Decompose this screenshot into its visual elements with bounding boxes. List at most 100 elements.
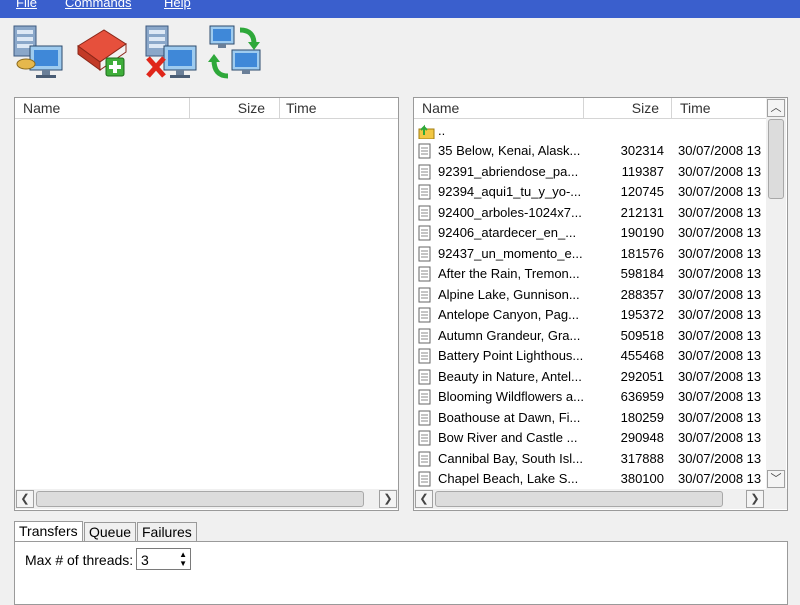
file-row[interactable]: Boathouse at Dawn, Fi... 180259 30/07/2008… (414, 408, 766, 428)
file-row[interactable]: Autumn Grandeur, Gra... 509518 30/07/2008 … (414, 326, 766, 346)
file-name: 92391_abriendose_pa... (438, 163, 579, 179)
file-size: 120745 (620, 184, 664, 199)
file-row[interactable]: Battery Point Lighthous... 455468 30/07/20… (414, 346, 766, 366)
file-time: 30/07/2008 13 (678, 245, 762, 261)
spin-arrows-icon[interactable]: ▲ ▼ (179, 550, 187, 568)
file-size: 181576 (620, 245, 664, 261)
sync-button[interactable] (206, 22, 264, 82)
tab-queue[interactable]: Queue (84, 522, 137, 542)
file-time: 30/07/2008 13 (678, 163, 762, 179)
scroll-thumb[interactable] (36, 491, 364, 507)
file-name: 92406_atardecer_en_... (438, 225, 577, 240)
list-header: Name Size Time (414, 98, 766, 119)
file-size: 195372 (620, 307, 664, 322)
scroll-thumb[interactable] (435, 491, 723, 507)
column-size[interactable]: Size (584, 98, 672, 118)
file-icon (418, 389, 431, 405)
scroll-thumb[interactable] (768, 119, 784, 199)
file-row[interactable]: After the Rain, Tremon... 598184 30/07/200… (414, 264, 766, 284)
file-icon (418, 266, 431, 282)
file-icon (418, 328, 431, 343)
scroll-right-button[interactable]: ❯ (746, 490, 764, 508)
file-time: 30/07/2008 13 (678, 307, 762, 322)
file-row[interactable]: Cannibal Bay, South Isl... 317888 30/07/20… (414, 449, 766, 469)
remote-file-list[interactable]: Name Size Time .. 35 Below, Kenai, Alask… (413, 97, 788, 511)
file-row[interactable]: 92406_atardecer_en_... 190190 30/07/2008 1… (414, 223, 766, 243)
tab-transfers[interactable]: Transfers (14, 521, 83, 543)
file-time: 30/07/2008 13 (678, 348, 762, 363)
file-size: 190190 (620, 225, 664, 240)
file-name: Blooming Wildflowers a... (438, 389, 584, 404)
file-size: 455468 (620, 348, 664, 363)
file-time: 30/07/2008 13 (678, 225, 762, 240)
file-name: Bow River and Castle ... (438, 430, 578, 445)
file-row[interactable]: 92437_un_momento_e... 181576 30/07/2008 13 (414, 244, 766, 264)
file-size: 292051 (620, 368, 664, 384)
menu-help[interactable]: Help (164, 0, 191, 10)
scroll-left-button[interactable]: ❮ (415, 490, 433, 508)
file-name: 92400_arboles-1024x7... (438, 204, 582, 220)
file-size: 288357 (620, 286, 664, 302)
column-time[interactable]: Time (280, 98, 398, 118)
file-row[interactable]: 35 Below, Kenai, Alask... 302314 30/07/200… (414, 141, 766, 161)
vertical-scrollbar[interactable]: ︿ ﹀ (766, 98, 786, 489)
transfers-panel: Max # of threads: 3 ▲ ▼ (14, 541, 788, 605)
file-icon (418, 205, 431, 220)
menu-commands[interactable]: Commands (65, 0, 131, 10)
file-icon (418, 369, 431, 384)
file-size: 212131 (620, 204, 664, 220)
horizontal-scrollbar[interactable]: ❮ ❯ (15, 489, 398, 509)
file-size: 598184 (620, 266, 664, 281)
file-icon (418, 287, 431, 302)
scroll-up-button[interactable]: ︿ (767, 99, 785, 117)
file-name: 92437_un_momento_e... (438, 245, 583, 261)
file-row[interactable]: Bow River and Castle ... 290948 30/07/2008… (414, 428, 766, 448)
file-size: 317888 (620, 450, 664, 466)
file-row[interactable]: 92391_abriendose_pa... 119387 30/07/2008 1… (414, 162, 766, 182)
list-header: Name Size Time (15, 98, 398, 119)
file-time: 30/07/2008 13 (678, 450, 762, 466)
file-row[interactable]: 92394_aqui1_tu_y_yo-... 120745 30/07/2008 … (414, 182, 766, 202)
parent-directory-row[interactable]: .. (414, 121, 766, 141)
file-icon (418, 410, 431, 425)
file-size: 509518 (620, 327, 664, 343)
max-threads-stepper[interactable]: 3 ▲ ▼ (136, 548, 191, 570)
file-time: 30/07/2008 13 (678, 204, 762, 220)
max-threads-value[interactable]: 3 (141, 552, 149, 568)
file-icon (418, 143, 431, 159)
file-time: 30/07/2008 13 (678, 368, 762, 384)
file-rows: .. 35 Below, Kenai, Alask... 302314 30/07/… (414, 119, 766, 489)
column-name[interactable]: Name (414, 98, 584, 118)
file-time: 30/07/2008 13 (678, 389, 762, 404)
local-file-list[interactable]: Name Size Time ❮ ❯ (14, 97, 399, 511)
connect-server-button[interactable] (8, 22, 66, 82)
file-time: 30/07/2008 13 (678, 143, 762, 158)
horizontal-scrollbar[interactable]: ❮ ❯ (414, 489, 787, 509)
disconnect-server-button[interactable] (140, 22, 198, 82)
server-computer-icon (13, 25, 63, 78)
column-name[interactable]: Name (15, 98, 190, 118)
tab-failures[interactable]: Failures (137, 522, 197, 542)
file-icon (418, 348, 431, 364)
column-size[interactable]: Size (190, 98, 280, 118)
file-row[interactable]: Alpine Lake, Gunnison... 288357 30/07/2008… (414, 285, 766, 305)
file-row[interactable]: Blooming Wildflowers a... 636959 30/07/200… (414, 387, 766, 407)
add-book-button[interactable] (72, 22, 130, 82)
file-row[interactable]: 92400_arboles-1024x7... 212131 30/07/2008 … (414, 203, 766, 223)
file-row[interactable]: Beauty in Nature, Antel... 292051 30/07/20… (414, 367, 766, 387)
file-name: Boathouse at Dawn, Fi... (438, 409, 581, 425)
scroll-down-button[interactable]: ﹀ (767, 470, 785, 488)
file-icon (418, 225, 431, 241)
scroll-left-button[interactable]: ❮ (16, 490, 34, 508)
file-icon (418, 184, 431, 200)
file-time: 30/07/2008 13 (678, 471, 762, 486)
column-time[interactable]: Time (672, 98, 766, 118)
file-name: Alpine Lake, Gunnison... (438, 286, 580, 302)
file-icon (418, 164, 431, 179)
scroll-right-button[interactable]: ❯ (379, 490, 397, 508)
file-icon (418, 430, 431, 446)
file-time: 30/07/2008 13 (678, 430, 762, 445)
file-row[interactable]: Chapel Beach, Lake S... 380100 30/07/2008 … (414, 469, 766, 489)
menu-file[interactable]: File (16, 0, 37, 10)
file-row[interactable]: Antelope Canyon, Pag... 195372 30/07/2008 … (414, 305, 766, 325)
